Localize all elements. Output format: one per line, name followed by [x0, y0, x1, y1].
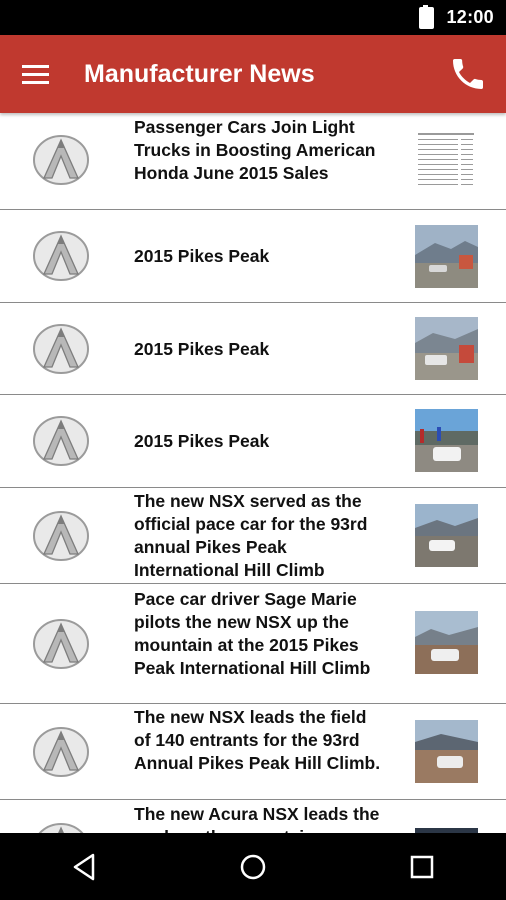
- status-time: 12:00: [446, 7, 494, 27]
- list-item[interactable]: The new NSX leads the field of 140 entra…: [0, 704, 506, 800]
- acura-logo-icon: [33, 619, 89, 669]
- list-item[interactable]: Pace car driver Sage Marie pilots the ne…: [0, 584, 506, 704]
- acura-logo-icon: [33, 727, 89, 777]
- status-bar: 12:00: [0, 0, 506, 35]
- back-icon[interactable]: [64, 847, 104, 887]
- article-title[interactable]: Pace car driver Sage Marie pilots the ne…: [134, 588, 384, 680]
- acura-logo-icon: [33, 231, 89, 281]
- article-title[interactable]: 2015 Pikes Peak: [134, 245, 384, 268]
- app-bar: Manufacturer News: [0, 35, 506, 113]
- acura-logo-icon: [38, 823, 84, 833]
- nsx-mountain-photo: [415, 611, 478, 674]
- home-icon[interactable]: [233, 847, 273, 887]
- sales-table-thumbnail: [415, 129, 478, 192]
- acura-logo-icon: [33, 324, 89, 374]
- article-title[interactable]: 2015 Pikes Peak: [134, 430, 384, 453]
- acura-logo-icon: [33, 416, 89, 466]
- recents-icon[interactable]: [402, 847, 442, 887]
- battery-icon: [419, 4, 435, 29]
- news-list[interactable]: Passenger Cars Join Light Trucks in Boos…: [0, 113, 506, 833]
- article-title[interactable]: The new NSX leads the field of 140 entra…: [134, 706, 384, 775]
- article-title[interactable]: 2015 Pikes Peak: [134, 338, 384, 361]
- list-item[interactable]: Passenger Cars Join Light Trucks in Boos…: [0, 113, 506, 210]
- phone-icon[interactable]: [448, 54, 488, 94]
- acura-logo-icon: [33, 135, 89, 185]
- page-title: Manufacturer News: [84, 59, 315, 88]
- system-nav-bar: [0, 833, 506, 900]
- article-title[interactable]: The new NSX served as the official pace …: [134, 490, 384, 582]
- list-item[interactable]: 2015 Pikes Peak: [0, 303, 506, 395]
- pace-car-crowd-photo: [415, 409, 478, 472]
- list-item[interactable]: 2015 Pikes Peak: [0, 395, 506, 488]
- list-item[interactable]: 2015 Pikes Peak: [0, 210, 506, 303]
- article-title[interactable]: Passenger Cars Join Light Trucks in Boos…: [134, 116, 384, 185]
- race-car-photo: [415, 317, 478, 380]
- nsx-lead-photo: [415, 720, 478, 783]
- hamburger-menu-icon[interactable]: [22, 56, 58, 92]
- list-item[interactable]: The new Acura NSX leads the pack up the …: [0, 800, 506, 833]
- nsx-on-road-photo: [415, 504, 478, 567]
- list-item[interactable]: The new NSX served as the official pace …: [0, 488, 506, 584]
- article-title[interactable]: The new Acura NSX leads the pack up the …: [134, 803, 384, 833]
- acura-logo-icon: [33, 511, 89, 561]
- race-car-photo: [415, 225, 478, 288]
